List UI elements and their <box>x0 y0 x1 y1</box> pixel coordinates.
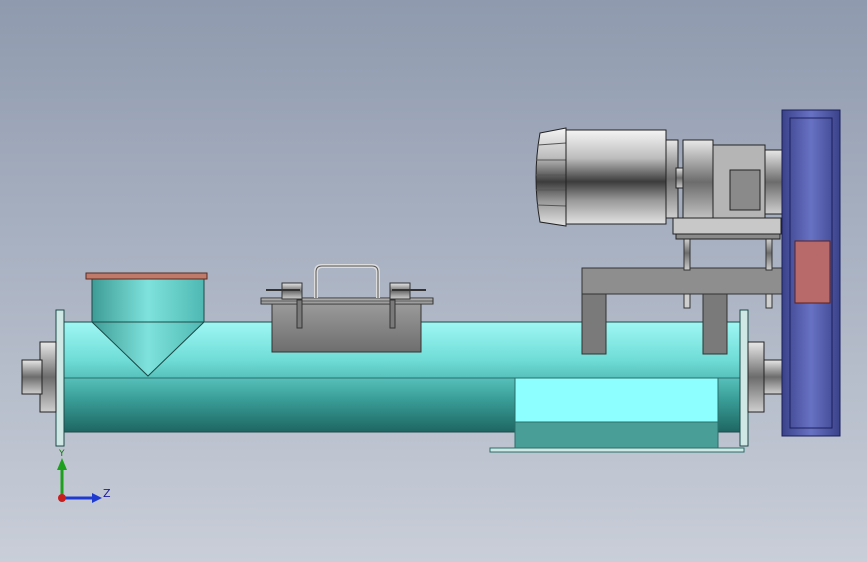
right-end-bearing[interactable] <box>739 309 787 447</box>
inspection-box[interactable] <box>260 264 434 353</box>
nameplate <box>794 240 831 304</box>
drive-guard-plate[interactable] <box>781 109 841 437</box>
gearbox[interactable] <box>672 139 788 240</box>
hopper-lid <box>85 272 208 280</box>
triad-y-label: Y <box>58 449 65 459</box>
electric-motor[interactable] <box>535 127 679 227</box>
cad-viewport[interactable]: Z Y <box>0 0 867 562</box>
inspection-box-handle[interactable] <box>314 264 380 298</box>
coordinate-triad: Z Y <box>57 449 111 503</box>
screw-conveyor-model[interactable]: Z Y <box>0 0 867 562</box>
triad-z-label: Z <box>103 487 111 500</box>
discharge-section[interactable] <box>489 377 745 453</box>
left-end-bearing[interactable] <box>21 309 65 447</box>
